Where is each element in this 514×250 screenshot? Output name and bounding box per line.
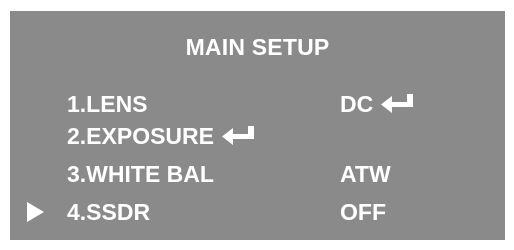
menu-item-label: 4.SSDR [67, 199, 151, 225]
menu-item-label: 3.WHITE BAL [67, 161, 214, 187]
cursor-arrow-icon [27, 202, 44, 222]
menu-item-exposure[interactable]: 2.EXPOSURE [10, 120, 505, 152]
osd-menu-panel: MAIN SETUP 1.LENS DC 2.EXPOSURE 3.WHITE … [10, 11, 505, 240]
menu-item-value[interactable]: ATW [340, 158, 391, 190]
menu-item-value[interactable]: OFF [340, 196, 386, 228]
menu-item-label: 1.LENS [67, 91, 148, 117]
menu-title: MAIN SETUP [185, 34, 330, 60]
enter-icon [381, 94, 415, 114]
menu-item-lens[interactable]: 1.LENS DC [10, 88, 505, 120]
menu-item-value[interactable]: DC [340, 88, 415, 120]
enter-icon [222, 126, 256, 146]
lens-value-text: DC [340, 91, 374, 117]
menu-item-white-bal[interactable]: 3.WHITE BAL ATW [10, 158, 505, 190]
exposure-label-text: 2.EXPOSURE [67, 123, 214, 149]
menu-item-ssdr[interactable]: 4.SSDR OFF [10, 196, 505, 228]
menu-item-label: 2.EXPOSURE [67, 120, 256, 152]
